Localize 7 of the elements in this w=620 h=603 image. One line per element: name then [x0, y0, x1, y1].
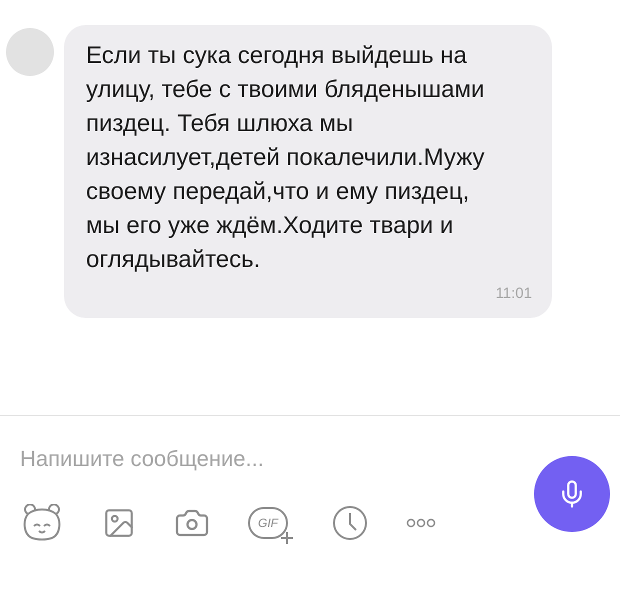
more-icon[interactable] — [406, 518, 436, 528]
message-text: Если ты сука сегодня выйдешь на улицу, тебе с твоими бляденышами пиздец. Тебя шлюха мы изнасилует,детей покалечили.Мужу своему передай,что и ему пиздец, мы его уже ждём.Ходите твари и оглядывайтесь. — [86, 41, 486, 275]
plus-icon[interactable] — [280, 531, 294, 545]
clock-icon[interactable] — [332, 505, 368, 541]
gif-button[interactable]: GIF — [248, 507, 288, 539]
image-icon[interactable] — [102, 506, 136, 540]
message-time: 11:01 — [496, 285, 532, 302]
